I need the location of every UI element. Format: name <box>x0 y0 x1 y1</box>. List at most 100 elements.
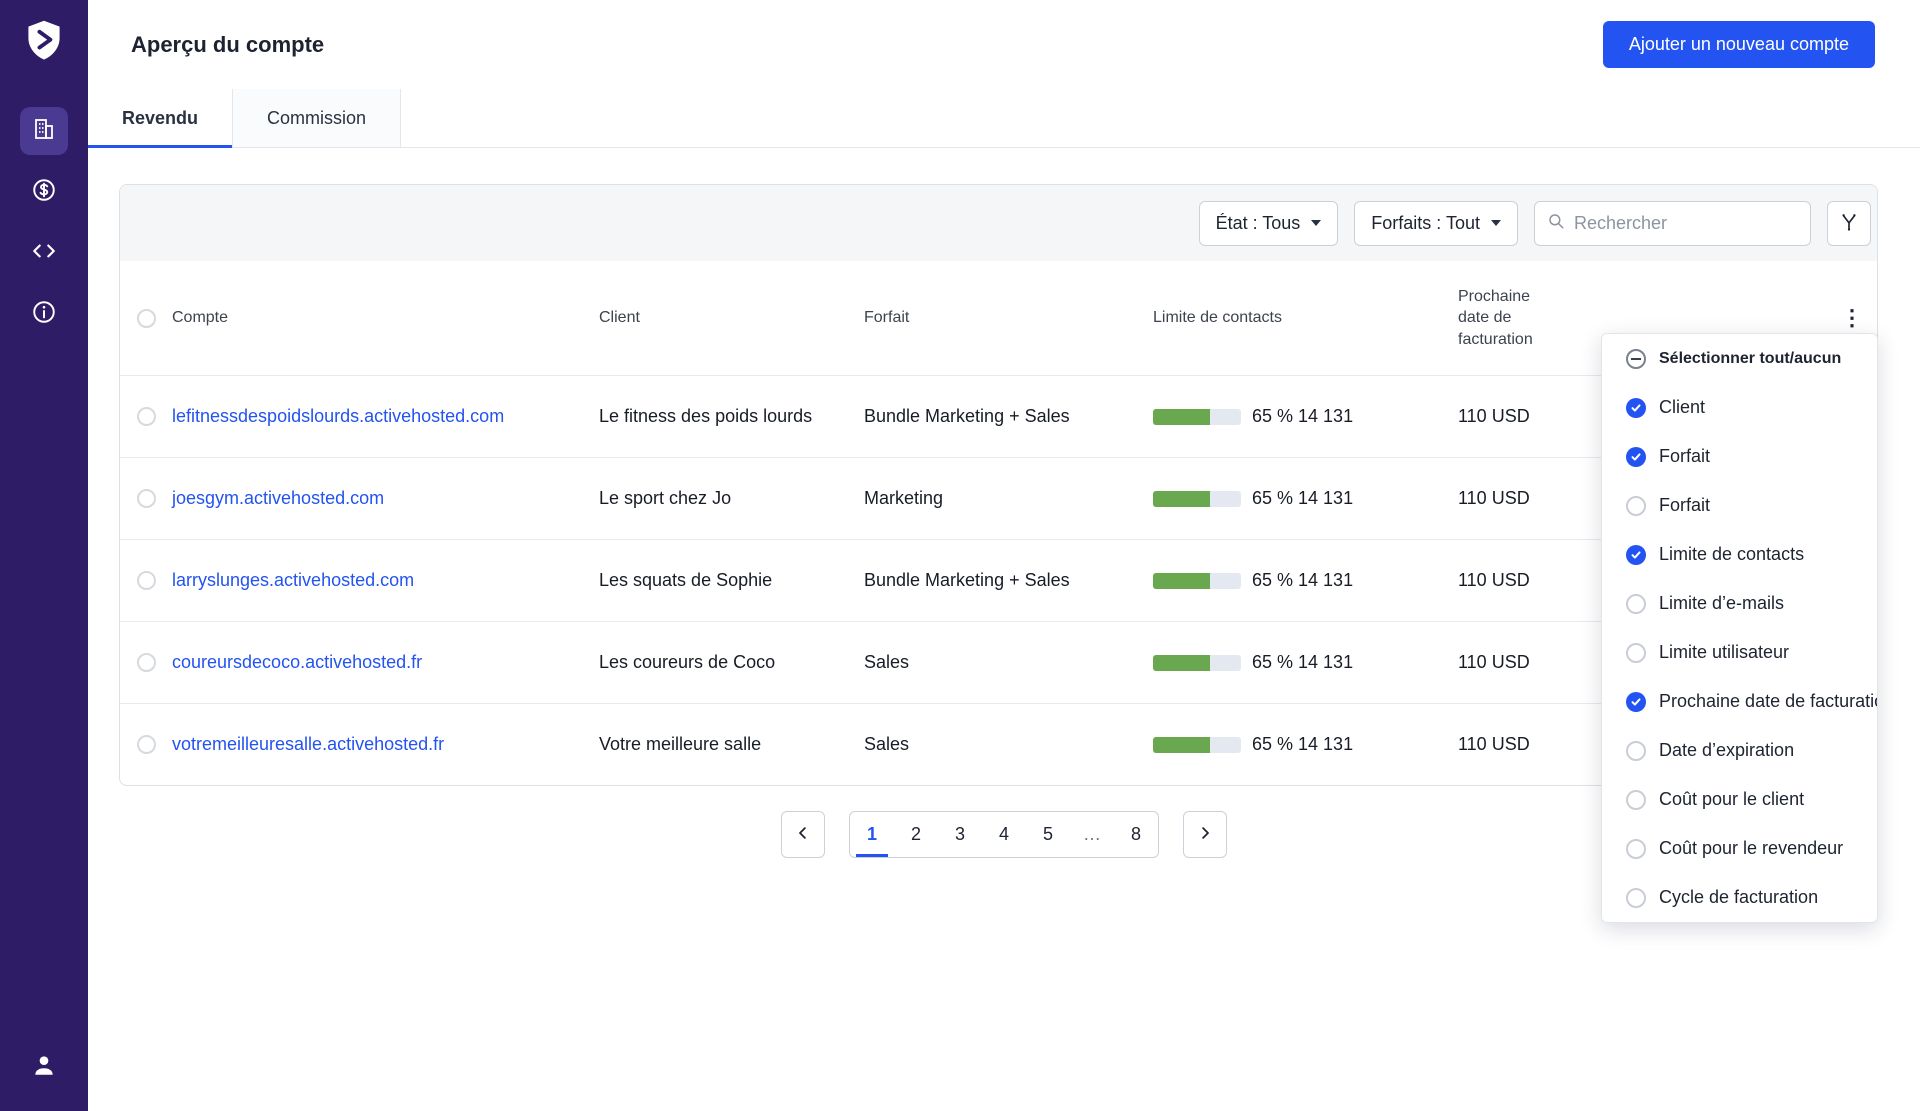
select-all-columns-checkbox[interactable] <box>1626 349 1646 369</box>
column-menu-checkbox[interactable] <box>1626 545 1646 565</box>
column-menu-item[interactable]: Prochaine date de facturation <box>1602 677 1877 726</box>
tab-bar: Revendu Commission <box>88 89 1920 148</box>
column-menu-item-label: Cycle de facturation <box>1659 887 1818 908</box>
row-checkbox[interactable] <box>137 735 156 754</box>
plan-value: Sales <box>864 652 1153 673</box>
account-link[interactable]: larryslunges.activehosted.com <box>172 570 414 590</box>
contacts-progress-fill <box>1153 655 1210 671</box>
row-checkbox[interactable] <box>137 571 156 590</box>
plan-value: Sales <box>864 734 1153 755</box>
client-value: Votre meilleure salle <box>599 734 864 755</box>
contacts-progress-bar <box>1153 409 1241 425</box>
column-header-contacts: Limite de contacts <box>1153 309 1458 327</box>
column-menu-item[interactable]: Forfait <box>1602 481 1877 530</box>
search-input[interactable] <box>1574 213 1798 234</box>
column-menu-item[interactable]: Limite utilisateur <box>1602 628 1877 677</box>
column-menu-item-label: Coût pour le client <box>1659 789 1804 810</box>
column-menu-item[interactable]: Coût pour le client <box>1602 775 1877 824</box>
column-menu-item-label: Limite d’e-mails <box>1659 593 1784 614</box>
sidebar <box>0 0 88 1111</box>
plans-filter-dropdown[interactable]: Forfaits : Tout <box>1354 201 1518 246</box>
column-menu-item-label: Forfait <box>1659 446 1710 467</box>
column-settings-kebab-button[interactable]: ⋮ <box>1841 307 1863 329</box>
status-filter-label: État : Tous <box>1216 213 1301 234</box>
filter-icon <box>1839 212 1859 235</box>
pagination-page-3[interactable]: 3 <box>938 812 982 857</box>
column-menu-checkbox[interactable] <box>1626 594 1646 614</box>
contacts-progress-fill <box>1153 491 1210 507</box>
tab-revendu[interactable]: Revendu <box>88 89 233 147</box>
select-all-rows-checkbox[interactable] <box>137 309 156 328</box>
pagination-prev-button[interactable] <box>781 811 825 858</box>
contacts-progress-bar <box>1153 491 1241 507</box>
column-menu-checkbox[interactable] <box>1626 790 1646 810</box>
search-box <box>1534 201 1811 246</box>
plan-value: Bundle Marketing + Sales <box>864 570 1153 591</box>
tab-commission[interactable]: Commission <box>233 89 401 147</box>
select-all-columns-label: Sélectionner tout/aucun <box>1659 350 1841 368</box>
client-value: Le sport chez Jo <box>599 488 864 509</box>
pagination-next-button[interactable] <box>1183 811 1227 858</box>
sidebar-item-billing[interactable] <box>20 168 68 216</box>
column-menu-items: Client Forfait Forfait Limite de contact… <box>1602 383 1877 922</box>
column-menu-checkbox[interactable] <box>1626 643 1646 663</box>
filter-bar: État : Tous Forfaits : Tout <box>120 185 1877 261</box>
column-menu-checkbox[interactable] <box>1626 888 1646 908</box>
row-checkbox[interactable] <box>137 407 156 426</box>
column-header-billing: Prochaine date de facturation <box>1458 286 1558 351</box>
advanced-filter-button[interactable] <box>1827 201 1871 246</box>
select-all-columns-item[interactable]: Sélectionner tout/aucun <box>1602 334 1877 383</box>
column-menu-checkbox[interactable] <box>1626 447 1646 467</box>
pagination-pages: 12345…8 <box>849 811 1159 858</box>
pagination-page-5[interactable]: 5 <box>1026 812 1070 857</box>
column-menu-item[interactable]: Client <box>1602 383 1877 432</box>
column-menu-item-label: Prochaine date de facturation <box>1659 691 1877 712</box>
row-checkbox[interactable] <box>137 489 156 508</box>
pagination-page-8[interactable]: 8 <box>1114 812 1158 857</box>
column-menu-checkbox[interactable] <box>1626 398 1646 418</box>
code-icon <box>31 238 57 269</box>
chevron-left-icon <box>794 824 812 845</box>
plan-value: Marketing <box>864 488 1153 509</box>
column-menu-checkbox[interactable] <box>1626 692 1646 712</box>
add-account-button[interactable]: Ajouter un nouveau compte <box>1603 21 1875 68</box>
column-menu-item[interactable]: Coût pour le revendeur <box>1602 824 1877 873</box>
account-link[interactable]: joesgym.activehosted.com <box>172 488 384 508</box>
row-checkbox[interactable] <box>137 653 156 672</box>
brand-logo[interactable] <box>22 18 66 67</box>
column-menu-item-label: Limite de contacts <box>1659 544 1804 565</box>
account-link[interactable]: votremeilleuresalle.activehosted.fr <box>172 734 444 754</box>
contacts-progress-bar <box>1153 655 1241 671</box>
sidebar-item-developer[interactable] <box>20 229 68 277</box>
column-menu-checkbox[interactable] <box>1626 496 1646 516</box>
sidebar-nav <box>20 107 68 338</box>
sidebar-profile[interactable] <box>0 1052 88 1083</box>
chevron-right-icon <box>1196 824 1214 845</box>
sidebar-item-accounts[interactable] <box>20 107 68 155</box>
column-menu-checkbox[interactable] <box>1626 839 1646 859</box>
column-menu-item[interactable]: Forfait <box>1602 432 1877 481</box>
column-menu-item[interactable]: Cycle de facturation <box>1602 873 1877 922</box>
column-menu-item[interactable]: Date d’expiration <box>1602 726 1877 775</box>
column-menu-checkbox[interactable] <box>1626 741 1646 761</box>
client-value: Les coureurs de Coco <box>599 652 864 673</box>
info-icon <box>31 299 57 330</box>
contacts-progress-fill <box>1153 409 1210 425</box>
account-link[interactable]: coureursdecoco.activehosted.fr <box>172 652 422 672</box>
column-menu-item-label: Forfait <box>1659 495 1710 516</box>
column-menu-item-label: Date d’expiration <box>1659 740 1794 761</box>
client-value: Les squats de Sophie <box>599 570 864 591</box>
sidebar-item-info[interactable] <box>20 290 68 338</box>
pagination-page-1[interactable]: 1 <box>850 812 894 857</box>
pagination-page-4[interactable]: 4 <box>982 812 1026 857</box>
pagination-ellipsis: … <box>1070 812 1114 857</box>
column-menu-item-label: Limite utilisateur <box>1659 642 1789 663</box>
column-menu-item-label: Coût pour le revendeur <box>1659 838 1843 859</box>
pagination-page-2[interactable]: 2 <box>894 812 938 857</box>
column-menu-item[interactable]: Limite de contacts <box>1602 530 1877 579</box>
column-menu-item[interactable]: Limite d’e-mails <box>1602 579 1877 628</box>
column-menu-item-label: Client <box>1659 397 1705 418</box>
status-filter-dropdown[interactable]: État : Tous <box>1199 201 1339 246</box>
account-link[interactable]: lefitnessdespoidslourds.activehosted.com <box>172 406 504 426</box>
contacts-value: 65 % 14 131 <box>1252 652 1353 673</box>
